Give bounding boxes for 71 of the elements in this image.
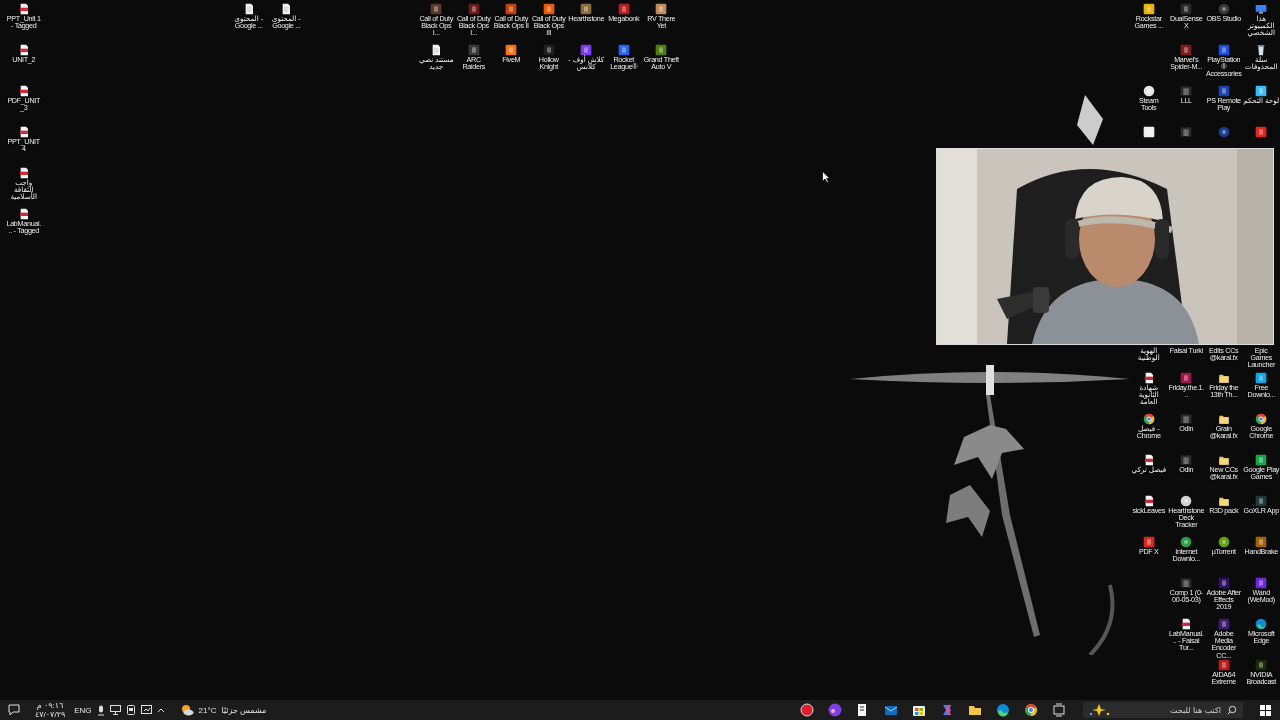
folder-icon[interactable] bbox=[1217, 413, 1230, 425]
image-thumbnail-icon[interactable] bbox=[1180, 413, 1193, 425]
browser-icon[interactable] bbox=[1255, 413, 1268, 425]
pdf-file-icon[interactable] bbox=[17, 126, 30, 138]
search-field[interactable]: اكتب هنا للبحث bbox=[1115, 704, 1223, 716]
pdf-file-icon[interactable] bbox=[17, 85, 30, 97]
pdf-file-icon[interactable] bbox=[17, 44, 30, 56]
app-icon[interactable] bbox=[799, 703, 814, 717]
app-icon[interactable] bbox=[1255, 372, 1268, 384]
temperature-text[interactable]: 21°C bbox=[198, 705, 217, 715]
app-icon[interactable] bbox=[505, 3, 518, 15]
app-icon[interactable] bbox=[617, 44, 630, 56]
computer-icon[interactable] bbox=[1255, 3, 1268, 15]
app-icon[interactable] bbox=[505, 44, 518, 56]
pdf-file-icon[interactable] bbox=[1142, 372, 1155, 384]
pdf-file-icon[interactable] bbox=[1142, 495, 1155, 507]
app-icon[interactable] bbox=[1255, 577, 1268, 589]
pdf-file-icon[interactable] bbox=[17, 208, 30, 220]
browser-icon[interactable] bbox=[1023, 703, 1038, 717]
app-icon[interactable] bbox=[1180, 536, 1193, 548]
app-icon[interactable] bbox=[542, 3, 555, 15]
search-icon bbox=[1227, 705, 1237, 715]
image-thumbnail-icon[interactable] bbox=[1180, 454, 1193, 466]
notification-icon[interactable] bbox=[8, 704, 20, 716]
caret-icon[interactable] bbox=[156, 707, 165, 713]
pdf-file-icon[interactable] bbox=[1142, 454, 1155, 466]
document-icon[interactable] bbox=[280, 3, 293, 15]
app-icon[interactable] bbox=[1217, 536, 1230, 548]
cursor-icon bbox=[822, 171, 830, 183]
app-icon[interactable] bbox=[580, 44, 593, 56]
app-icon[interactable] bbox=[655, 3, 668, 15]
app-icon[interactable] bbox=[1255, 126, 1268, 138]
start-icon bbox=[1259, 704, 1271, 716]
app-icon[interactable] bbox=[655, 44, 668, 56]
app-icon[interactable] bbox=[1180, 495, 1193, 507]
weather-icon[interactable] bbox=[179, 704, 194, 716]
pdf-file-icon[interactable] bbox=[17, 3, 30, 15]
folder-icon[interactable] bbox=[967, 703, 982, 717]
monitor-icon[interactable] bbox=[109, 705, 121, 715]
app-icon[interactable] bbox=[1142, 3, 1155, 15]
pdf-file-icon[interactable] bbox=[1180, 618, 1193, 630]
clock[interactable]: ٠٩:١٦ م ٤٧/٠٧/٢٩ bbox=[35, 701, 66, 719]
weather-condition[interactable]: مشمس جزئيًا bbox=[221, 705, 267, 715]
device-icon[interactable] bbox=[125, 705, 136, 715]
sparkle-icon bbox=[1089, 703, 1111, 717]
image-thumbnail-icon[interactable] bbox=[1180, 577, 1193, 589]
browser-icon[interactable] bbox=[995, 703, 1010, 717]
pdf-file-icon[interactable] bbox=[17, 167, 30, 179]
app-icon[interactable] bbox=[580, 3, 593, 15]
image-thumbnail-icon[interactable] bbox=[1180, 85, 1193, 97]
store-icon[interactable] bbox=[911, 703, 926, 717]
language-indicator[interactable]: ENG bbox=[74, 705, 92, 715]
browser-icon[interactable] bbox=[1142, 413, 1155, 425]
browser-icon[interactable] bbox=[1255, 618, 1268, 630]
folder-icon[interactable] bbox=[1217, 372, 1230, 384]
search-bar[interactable]: اكتب هنا للبحث bbox=[1083, 702, 1243, 718]
app-icon[interactable] bbox=[1255, 85, 1268, 97]
app-icon[interactable] bbox=[827, 703, 842, 717]
image-thumbnail-icon[interactable] bbox=[1180, 126, 1193, 138]
mail-icon[interactable] bbox=[883, 703, 898, 717]
app-icon[interactable] bbox=[1142, 126, 1155, 138]
folder-icon[interactable] bbox=[1217, 454, 1230, 466]
app-icon[interactable] bbox=[1142, 536, 1155, 548]
document-icon[interactable] bbox=[430, 44, 443, 56]
app-icon[interactable] bbox=[1217, 44, 1230, 56]
app-icon[interactable] bbox=[1255, 454, 1268, 466]
task-view-icon[interactable] bbox=[1051, 703, 1066, 717]
folder-icon[interactable] bbox=[1217, 495, 1230, 507]
app-icon[interactable] bbox=[1255, 536, 1268, 548]
microphone-icon[interactable] bbox=[96, 704, 105, 716]
app-icon[interactable] bbox=[1142, 85, 1155, 97]
